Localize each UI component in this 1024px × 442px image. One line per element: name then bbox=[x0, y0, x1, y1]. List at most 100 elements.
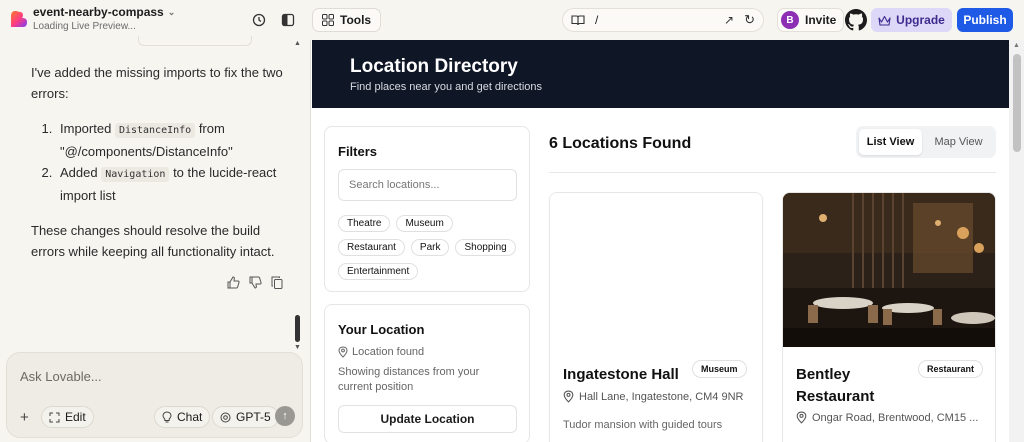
previous-message-fragment bbox=[138, 36, 252, 46]
project-name[interactable]: event-nearby-compass ⌄ bbox=[33, 5, 175, 19]
project-status: Loading Live Preview... bbox=[33, 21, 136, 32]
open-external-icon[interactable]: ↗ bbox=[724, 13, 734, 27]
thumbs-down-icon[interactable] bbox=[248, 275, 262, 289]
avatar: B bbox=[781, 11, 799, 29]
edit-icon bbox=[49, 412, 60, 422]
category-badge: Restaurant bbox=[918, 360, 984, 378]
crown-icon bbox=[878, 15, 891, 26]
send-button[interactable]: ↑ bbox=[275, 406, 295, 426]
publish-button[interactable]: Publish bbox=[957, 8, 1013, 32]
top-bar: event-nearby-compass ⌄ Loading Live Prev… bbox=[0, 0, 1024, 40]
card-title: Bentley Restaurant bbox=[796, 366, 875, 405]
location-status-text: Location found bbox=[352, 346, 425, 358]
scroll-down-icon[interactable]: ▼ bbox=[294, 344, 301, 351]
page-title: Location Directory bbox=[350, 56, 518, 77]
model-label: GPT-5 bbox=[236, 410, 271, 424]
upgrade-label: Upgrade bbox=[896, 13, 945, 27]
edit-label: Edit bbox=[65, 410, 86, 424]
edit-button[interactable]: Edit bbox=[41, 406, 94, 428]
message-conclusion: These changes should resolve the build e… bbox=[31, 223, 275, 259]
filters-title: Filters bbox=[338, 144, 378, 159]
location-status: Location found bbox=[338, 346, 424, 358]
openai-icon bbox=[220, 412, 231, 422]
project-name-label: event-nearby-compass bbox=[33, 5, 164, 19]
category-chip[interactable]: Shopping bbox=[455, 239, 516, 256]
search-input[interactable]: Search locations... bbox=[338, 169, 517, 201]
book-icon bbox=[571, 15, 585, 26]
scroll-up-icon[interactable]: ▲ bbox=[294, 40, 301, 47]
thumbs-up-icon[interactable] bbox=[226, 275, 240, 289]
message-intro: I've added the missing imports to fix th… bbox=[31, 65, 283, 101]
message-feedback bbox=[226, 275, 284, 289]
location-description: Showing distances from your current posi… bbox=[338, 366, 480, 393]
map-pin-icon bbox=[796, 411, 807, 424]
card-address: Hall Lane, Ingatestone, CM4 9NR bbox=[563, 390, 743, 403]
category-chip[interactable]: Museum bbox=[396, 215, 453, 232]
category-chip[interactable]: Theatre bbox=[338, 215, 391, 232]
chat-scrollbar[interactable]: ▲ ▼ bbox=[294, 40, 302, 352]
chat-input[interactable]: Ask Lovable... bbox=[20, 369, 102, 384]
category-chip[interactable]: Restaurant bbox=[338, 239, 405, 256]
chat-mode-label: Chat bbox=[177, 410, 203, 424]
card-title: Ingatestone Hall bbox=[563, 366, 679, 383]
assistant-message: I've added the missing imports to fix th… bbox=[31, 62, 293, 276]
results-count: 6 Locations Found bbox=[549, 135, 692, 152]
your-location-panel: Your Location Location found Showing dis… bbox=[324, 304, 530, 442]
chat-panel: I've added the missing imports to fix th… bbox=[0, 36, 310, 442]
category-badge: Museum bbox=[692, 360, 747, 378]
url-path[interactable]: / bbox=[595, 13, 714, 27]
list-view-tab[interactable]: List View bbox=[859, 129, 923, 155]
invite-button[interactable]: B Invite bbox=[777, 8, 845, 32]
divider bbox=[549, 172, 996, 173]
location-card[interactable]: Bentley Restaurant Restaurant Ongar Road… bbox=[782, 192, 996, 442]
lovable-logo-icon[interactable] bbox=[10, 10, 28, 28]
category-chips: Theatre Museum Restaurant Park Shopping … bbox=[338, 215, 523, 280]
github-icon[interactable] bbox=[845, 9, 867, 31]
sidebar-toggle-icon[interactable] bbox=[277, 9, 299, 31]
restaurant-photo bbox=[783, 193, 995, 347]
item-text: Imported bbox=[60, 121, 112, 136]
tools-label: Tools bbox=[340, 13, 372, 27]
plus-icon[interactable]: + bbox=[20, 409, 29, 426]
hero-banner: Location Directory Find places near you … bbox=[312, 40, 1009, 108]
card-address-text: Hall Lane, Ingatestone, CM4 9NR bbox=[579, 390, 744, 403]
scrollbar-thumb[interactable] bbox=[1013, 54, 1021, 152]
location-card[interactable]: Ingatestone Hall Museum Hall Lane, Ingat… bbox=[549, 192, 763, 442]
map-view-tab[interactable]: Map View bbox=[924, 129, 993, 155]
model-selector[interactable]: GPT-5 bbox=[212, 406, 279, 428]
your-location-title: Your Location bbox=[338, 322, 425, 337]
url-bar[interactable]: / ↗ ↻ bbox=[562, 8, 764, 32]
tools-button[interactable]: Tools bbox=[312, 8, 382, 32]
view-toggle: List View Map View bbox=[856, 126, 996, 158]
map-pin-icon bbox=[338, 346, 348, 358]
arrow-up-icon: ↑ bbox=[282, 410, 288, 422]
preview-scrollbar[interactable]: ▲ bbox=[1009, 40, 1024, 442]
map-pin-icon bbox=[563, 390, 574, 403]
list-item: Imported DistanceInfo from "@/components… bbox=[56, 118, 293, 162]
update-location-button[interactable]: Update Location bbox=[338, 405, 517, 433]
card-image-placeholder bbox=[550, 193, 762, 347]
chat-composer[interactable]: Ask Lovable... + Edit Chat GPT-5 ↑ bbox=[6, 352, 303, 438]
list-item: Added Navigation to the lucide-react imp… bbox=[56, 162, 293, 206]
history-icon[interactable] bbox=[248, 9, 270, 31]
card-address: Ongar Road, Brentwood, CM15 ... bbox=[796, 411, 978, 424]
chat-mode-button[interactable]: Chat bbox=[154, 406, 211, 428]
page-subtitle: Find places near you and get directions bbox=[350, 81, 543, 93]
chevron-down-icon: ⌄ bbox=[167, 6, 176, 17]
filters-panel: Filters Search locations... Theatre Muse… bbox=[324, 126, 530, 292]
inline-code: Navigation bbox=[101, 167, 170, 182]
upgrade-button[interactable]: Upgrade bbox=[871, 8, 952, 32]
card-description: Tudor mansion with guided tours bbox=[563, 419, 723, 431]
message-list: Imported DistanceInfo from "@/components… bbox=[31, 118, 293, 206]
scroll-up-icon[interactable]: ▲ bbox=[1013, 42, 1020, 49]
copy-icon[interactable] bbox=[270, 275, 284, 289]
category-chip[interactable]: Park bbox=[410, 239, 450, 256]
item-text: Added bbox=[60, 165, 98, 180]
invite-label: Invite bbox=[805, 13, 837, 27]
scrollbar-thumb[interactable] bbox=[295, 315, 300, 342]
card-address-text: Ongar Road, Brentwood, CM15 ... bbox=[812, 411, 979, 424]
grid-icon bbox=[322, 14, 334, 26]
refresh-icon[interactable]: ↻ bbox=[744, 12, 755, 28]
live-preview: Location Directory Find places near you … bbox=[310, 40, 1024, 442]
category-chip[interactable]: Entertainment bbox=[338, 263, 419, 280]
